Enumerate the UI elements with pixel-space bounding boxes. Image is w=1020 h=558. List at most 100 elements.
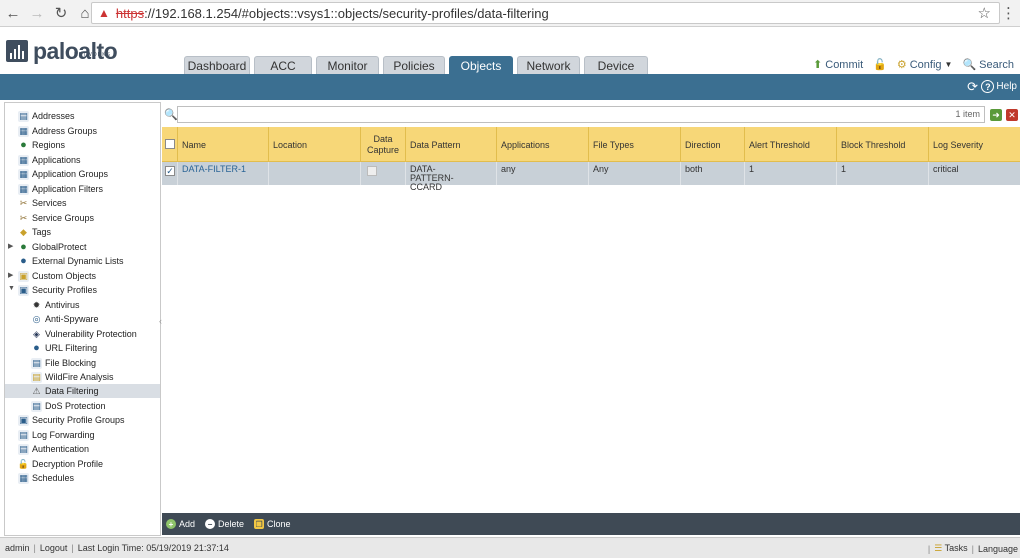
address-bar[interactable]: ▲ https ://192.168.1.254/#objects::vsys1… bbox=[91, 2, 1000, 24]
delete-icon: − bbox=[205, 519, 216, 529]
sidebar-item-application-groups[interactable]: ▦ Application Groups bbox=[18, 167, 108, 181]
logo-text: paloalto bbox=[33, 38, 118, 64]
sidebar-item-applications[interactable]: ▦ Applications bbox=[18, 153, 81, 167]
cell-alert-threshold: 1 bbox=[745, 162, 837, 185]
tab-acc[interactable]: ACC bbox=[254, 56, 312, 74]
globe-icon: ● bbox=[20, 139, 27, 151]
logo-mark-icon bbox=[6, 40, 28, 62]
tab-objects[interactable]: Objects bbox=[449, 56, 513, 74]
reload-icon[interactable]: ↻ bbox=[50, 2, 72, 24]
clone-button[interactable]: ❐ Clone bbox=[254, 519, 291, 529]
help-button[interactable]: ? Help bbox=[981, 80, 1017, 93]
column-header-log-severity[interactable]: Log Severity bbox=[929, 127, 1020, 162]
sidebar-item-addresses[interactable]: ▤ Addresses bbox=[18, 109, 75, 123]
sidebar-item-schedules[interactable]: ▦ Schedules bbox=[18, 471, 74, 485]
sidebar-item-antivirus[interactable]: ✹ Antivirus bbox=[31, 298, 80, 312]
column-header-data-pattern[interactable]: Data Pattern bbox=[406, 127, 497, 162]
tab-dashboard[interactable]: Dashboard bbox=[184, 56, 250, 74]
tab-policies[interactable]: Policies bbox=[383, 56, 445, 74]
sidebar-item-service-groups[interactable]: ✂ Service Groups bbox=[18, 211, 94, 225]
url-filtering-icon: ● bbox=[33, 342, 40, 354]
data-filtering-icon: ⚠ bbox=[32, 385, 41, 396]
sidebar-item-decryption-profile[interactable]: 🔓 Decryption Profile bbox=[18, 457, 103, 471]
column-header-direction[interactable]: Direction bbox=[681, 127, 745, 162]
config-button[interactable]: ⚙ Config ▼ bbox=[897, 58, 953, 72]
column-header-alert-threshold[interactable]: Alert Threshold bbox=[745, 127, 837, 162]
address-icon: ▤ bbox=[18, 110, 29, 122]
select-all-cell bbox=[162, 127, 178, 162]
delete-button[interactable]: − Delete bbox=[205, 519, 244, 529]
browser-menu-icon[interactable]: ⋮ bbox=[1001, 4, 1016, 22]
refresh-icon[interactable]: ⟳ bbox=[967, 79, 978, 95]
sidebar-item-security-profile-groups[interactable]: ▣ Security Profile Groups bbox=[18, 413, 125, 427]
cell-file-types: Any bbox=[589, 162, 681, 185]
logout-link[interactable]: Logout bbox=[40, 543, 68, 553]
add-button[interactable]: + Add bbox=[166, 519, 195, 529]
sidebar-item-external-dynamic-lists[interactable]: ● External Dynamic Lists bbox=[18, 254, 123, 268]
sidebar-item-address-groups[interactable]: ▦ Address Groups bbox=[18, 124, 97, 138]
column-header-file-types[interactable]: File Types bbox=[589, 127, 681, 162]
tab-network[interactable]: Network bbox=[517, 56, 580, 74]
sidebar-item-security-profiles[interactable]: ▣ Security Profiles bbox=[18, 283, 97, 297]
sidebar-item-dos-protection[interactable]: ▤ DoS Protection bbox=[31, 399, 106, 413]
sidebar-item-globalprotect[interactable]: ● GlobalProtect bbox=[18, 240, 86, 254]
lock-button[interactable]: 🔓 bbox=[873, 58, 887, 71]
column-header-data-capture[interactable]: Data Capture bbox=[361, 127, 406, 162]
cell-block-threshold: 1 bbox=[837, 162, 929, 185]
add-icon: + bbox=[166, 519, 176, 529]
sidebar-item-file-blocking[interactable]: ▤ File Blocking bbox=[31, 356, 96, 370]
sidebar-item-application-filters[interactable]: ▦ Application Filters bbox=[18, 182, 103, 196]
commit-button[interactable]: ⬆ Commit bbox=[813, 58, 864, 72]
expand-custom-objects-icon[interactable]: ▶ bbox=[8, 271, 13, 279]
search-label: Search bbox=[979, 58, 1014, 71]
clear-filter-icon[interactable]: ✕ bbox=[1006, 109, 1018, 121]
bottom-toolbar: + Add − Delete ❐ Clone bbox=[162, 513, 1020, 535]
column-header-applications[interactable]: Applications bbox=[497, 127, 589, 162]
column-header-name[interactable]: Name bbox=[178, 127, 269, 162]
sidebar-item-url-filtering[interactable]: ● URL Filtering bbox=[31, 341, 97, 355]
service-groups-icon: ✂ bbox=[19, 212, 28, 223]
filter-input[interactable]: 1 item bbox=[177, 106, 985, 123]
main-tabs: Dashboard ACC Monitor Policies Objects N… bbox=[184, 56, 648, 74]
table-row[interactable]: ✓ DATA-FILTER-1 DATA-PATTERN-CCARD any A… bbox=[162, 162, 1020, 192]
expand-globalprotect-icon[interactable]: ▶ bbox=[8, 242, 13, 250]
wildfire-icon: ▤ bbox=[31, 371, 42, 383]
schedules-icon: ▦ bbox=[18, 472, 29, 484]
tasks-button[interactable]: ☰ Tasks bbox=[934, 543, 967, 554]
url-path: ://192.168.1.254/#objects::vsys1::object… bbox=[144, 5, 549, 21]
tab-monitor[interactable]: Monitor bbox=[316, 56, 379, 74]
objects-sidebar: ▤ Addresses ▦ Address Groups ● Regions ▦… bbox=[4, 102, 161, 536]
cell-data-capture bbox=[361, 162, 406, 185]
sidebar-item-services[interactable]: ✂ Services bbox=[18, 196, 67, 210]
back-icon[interactable]: ← bbox=[2, 2, 24, 24]
cell-name[interactable]: DATA-FILTER-1 bbox=[178, 162, 269, 185]
tab-device[interactable]: Device bbox=[584, 56, 648, 74]
browser-toolbar: ← → ↻ ⌂ ▲ https ://192.168.1.254/#object… bbox=[0, 0, 1020, 27]
search-button[interactable]: 🔍 Search bbox=[962, 58, 1014, 72]
bookmark-star-icon[interactable]: ☆ bbox=[978, 4, 991, 22]
select-all-checkbox[interactable] bbox=[165, 139, 175, 149]
not-secure-icon[interactable]: ▲ bbox=[98, 6, 110, 20]
sidebar-item-data-filtering[interactable]: ⚠ Data Filtering bbox=[5, 384, 160, 398]
sidebar-item-tags[interactable]: ◆ Tags bbox=[18, 225, 51, 239]
column-header-block-threshold[interactable]: Block Threshold bbox=[837, 127, 929, 162]
collapse-security-profiles-icon[interactable]: ▼ bbox=[8, 285, 15, 292]
sidebar-item-authentication[interactable]: ▤ Authentication bbox=[18, 442, 89, 456]
sidebar-item-log-forwarding[interactable]: ▤ Log Forwarding bbox=[18, 428, 95, 442]
sidebar-item-custom-objects[interactable]: ▣ Custom Objects bbox=[18, 269, 96, 283]
apply-filter-icon[interactable]: ➜ bbox=[990, 109, 1002, 121]
vulnerability-icon: ◈ bbox=[33, 328, 40, 339]
help-icon: ? bbox=[981, 80, 995, 93]
forward-icon[interactable]: → bbox=[26, 2, 48, 24]
row-checkbox[interactable]: ✓ bbox=[165, 166, 175, 176]
language-button[interactable]: Language bbox=[978, 544, 1018, 554]
column-header-location[interactable]: Location bbox=[269, 127, 361, 162]
sidebar-item-anti-spyware[interactable]: ◎ Anti-Spyware bbox=[31, 312, 99, 326]
commit-label: Commit bbox=[825, 58, 864, 71]
commit-icon: ⬆ bbox=[813, 59, 823, 71]
sidebar-item-vulnerability-protection[interactable]: ◈ Vulnerability Protection bbox=[31, 327, 137, 341]
status-bar: admin | Logout | Last Login Time: 05/19/… bbox=[0, 537, 1020, 558]
sidebar-item-wildfire-analysis[interactable]: ▤ WildFire Analysis bbox=[31, 370, 114, 384]
custom-objects-icon: ▣ bbox=[18, 270, 29, 282]
sidebar-item-regions[interactable]: ● Regions bbox=[18, 138, 65, 152]
